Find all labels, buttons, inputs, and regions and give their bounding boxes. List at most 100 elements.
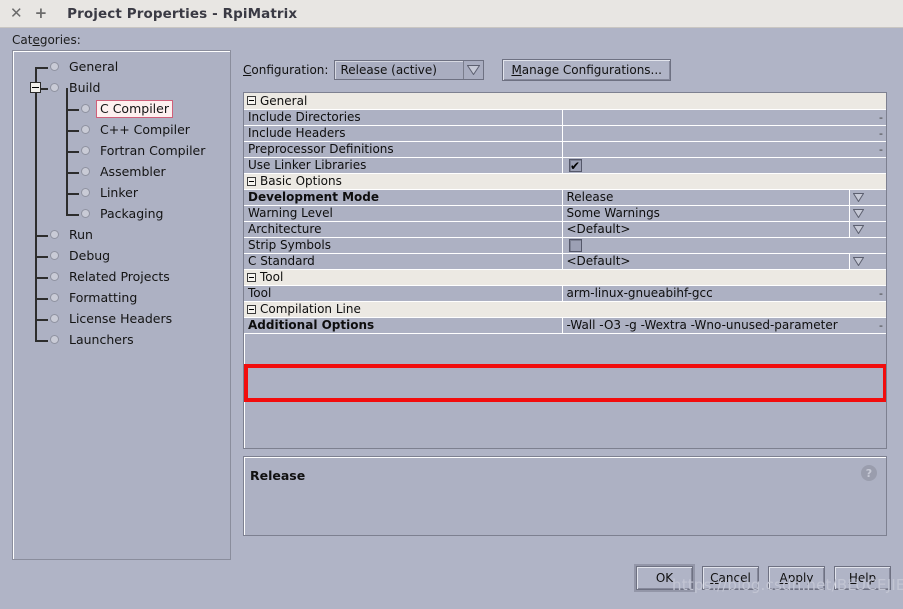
sidebar-item-debug[interactable]: Debug (13, 245, 230, 266)
sidebar-item-label: Launchers (69, 331, 134, 347)
property-group-label: Compilation Line (260, 302, 361, 316)
table-row[interactable]: Strip Symbols (244, 237, 886, 254)
compilation-line-highlight (244, 364, 886, 402)
property-name-preprocessor-definitions: Preprocessor Definitions (244, 141, 563, 158)
cancel-button[interactable]: Cancel (702, 566, 759, 590)
configuration-select[interactable]: Release (active) (334, 60, 485, 80)
chevron-down-glyph (852, 192, 864, 202)
table-row[interactable]: Tool arm-linux-gnueabihf-gcc - (244, 285, 886, 302)
property-value-tool[interactable]: arm-linux-gnueabihf-gcc (562, 285, 866, 302)
property-value-architecture[interactable]: <Default> (562, 221, 866, 238)
property-tail (866, 237, 886, 254)
table-row[interactable]: Use Linker Libraries ✔ (244, 157, 886, 174)
sidebar-item-license-headers[interactable]: License Headers (13, 308, 230, 329)
chevron-down-glyph (852, 224, 864, 234)
sidebar-item-build[interactable]: Build (13, 77, 230, 98)
plus-icon[interactable]: + (35, 6, 48, 21)
sidebar-item-linker[interactable]: Linker (13, 182, 230, 203)
property-value-additional-options[interactable]: -Wall -O3 -g -Wextra -Wno-unused-paramet… (562, 317, 866, 334)
tree-node-icon (50, 314, 59, 323)
property-group-tool[interactable]: Tool (244, 269, 886, 286)
property-value-text: Some Warnings (566, 206, 660, 220)
chevron-down-glyph (467, 65, 481, 75)
sidebar-item-fortran-compiler[interactable]: Fortran Compiler (13, 140, 230, 161)
sidebar-item-label: Build (69, 79, 101, 95)
sidebar-item-cpp-compiler[interactable]: C++ Compiler (13, 119, 230, 140)
ok-button[interactable]: OK (636, 566, 693, 590)
configuration-label: Configuration: (243, 63, 329, 77)
sidebar-item-label: C++ Compiler (100, 121, 190, 137)
property-value-text: <Default> (566, 222, 631, 236)
table-row[interactable]: Warning Level Some Warnings (244, 205, 886, 222)
table-row[interactable]: Architecture <Default> (244, 221, 886, 238)
right-pane: Configuration: Release (active) Manage C… (240, 50, 890, 558)
chevron-down-icon[interactable] (463, 61, 484, 79)
chevron-down-glyph (852, 256, 864, 266)
property-group-general[interactable]: General (244, 93, 886, 110)
checkbox-unchecked-icon[interactable] (568, 239, 582, 252)
property-tail: - (866, 109, 886, 126)
sidebar-item-packaging[interactable]: Packaging (13, 203, 230, 224)
property-group-label: Basic Options (260, 174, 342, 188)
property-value-strip-symbols[interactable] (562, 237, 866, 254)
chevron-down-glyph (852, 208, 864, 218)
categories-tree-panel[interactable]: General Build C Compiler C++ Compiler Fortra… (12, 50, 231, 560)
property-tail (866, 157, 886, 174)
properties-table-panel[interactable]: General Include Directories - Include Heade… (243, 92, 887, 449)
table-row[interactable]: Development Mode Release (244, 189, 886, 206)
property-value-preprocessor-definitions[interactable] (562, 141, 866, 158)
property-name-tool: Tool (244, 285, 563, 302)
table-row[interactable]: C Standard <Default> (244, 253, 886, 270)
close-icon[interactable]: ✕ (10, 6, 23, 21)
property-value-include-directories[interactable] (562, 109, 866, 126)
property-value-development-mode[interactable]: Release (562, 189, 866, 206)
chevron-down-icon[interactable] (849, 253, 866, 268)
group-collapse-icon[interactable] (247, 176, 256, 186)
property-group-basic-options[interactable]: Basic Options (244, 173, 886, 190)
property-name-development-mode: Development Mode (244, 189, 563, 206)
tree-node-icon (50, 62, 59, 71)
property-value-c-standard[interactable]: <Default> (562, 253, 866, 270)
group-collapse-icon[interactable] (247, 272, 256, 282)
sidebar-item-label: Formatting (69, 289, 138, 305)
sidebar-item-general[interactable]: General (13, 56, 230, 77)
property-name-use-linker-libraries: Use Linker Libraries (244, 157, 563, 174)
chevron-down-icon[interactable] (849, 221, 866, 236)
sidebar-item-assembler[interactable]: Assembler (13, 161, 230, 182)
chevron-down-icon[interactable] (849, 189, 866, 204)
apply-button[interactable]: Apply (768, 566, 825, 590)
sidebar-item-label: C Compiler (96, 99, 173, 118)
sidebar-item-launchers[interactable]: Launchers (13, 329, 230, 350)
help-icon[interactable]: ? (861, 465, 877, 481)
description-text: Release (250, 468, 306, 483)
button-mnemonic: C (710, 571, 719, 585)
property-value-warning-level[interactable]: Some Warnings (562, 205, 866, 222)
sidebar-item-related-projects[interactable]: Related Projects (13, 266, 230, 287)
chevron-down-icon[interactable] (849, 205, 866, 220)
sidebar-item-c-compiler[interactable]: C Compiler (13, 98, 230, 119)
property-tail: - (866, 141, 886, 158)
group-collapse-icon[interactable] (247, 304, 256, 314)
table-row[interactable]: Additional Options -Wall -O3 -g -Wextra -… (244, 317, 886, 334)
categories-tree[interactable]: General Build C Compiler C++ Compiler Fortra… (13, 51, 230, 350)
tree-node-icon (81, 104, 90, 113)
property-tail: - (866, 285, 886, 302)
table-row[interactable]: Preprocessor Definitions - (244, 141, 886, 158)
table-row[interactable]: Include Headers - (244, 125, 886, 142)
help-button[interactable]: Help (834, 566, 891, 590)
tree-node-icon (50, 293, 59, 302)
group-collapse-icon[interactable] (247, 96, 256, 106)
tree-node-icon (81, 125, 90, 134)
property-group-compilation-line[interactable]: Compilation Line (244, 301, 886, 318)
manage-configurations-button[interactable]: Manage Configurations... (502, 59, 671, 81)
tree-node-icon (81, 146, 90, 155)
property-tail: - (866, 317, 886, 334)
property-value-include-headers[interactable] (562, 125, 866, 142)
sidebar-item-run[interactable]: Run (13, 224, 230, 245)
sidebar-item-label: Packaging (100, 205, 164, 221)
property-value-use-linker-libraries[interactable]: ✔ (562, 157, 866, 174)
table-row[interactable]: Include Directories - (244, 109, 886, 126)
property-name-architecture: Architecture (244, 221, 563, 238)
sidebar-item-formatting[interactable]: Formatting (13, 287, 230, 308)
checkbox-checked-icon[interactable]: ✔ (568, 159, 582, 172)
